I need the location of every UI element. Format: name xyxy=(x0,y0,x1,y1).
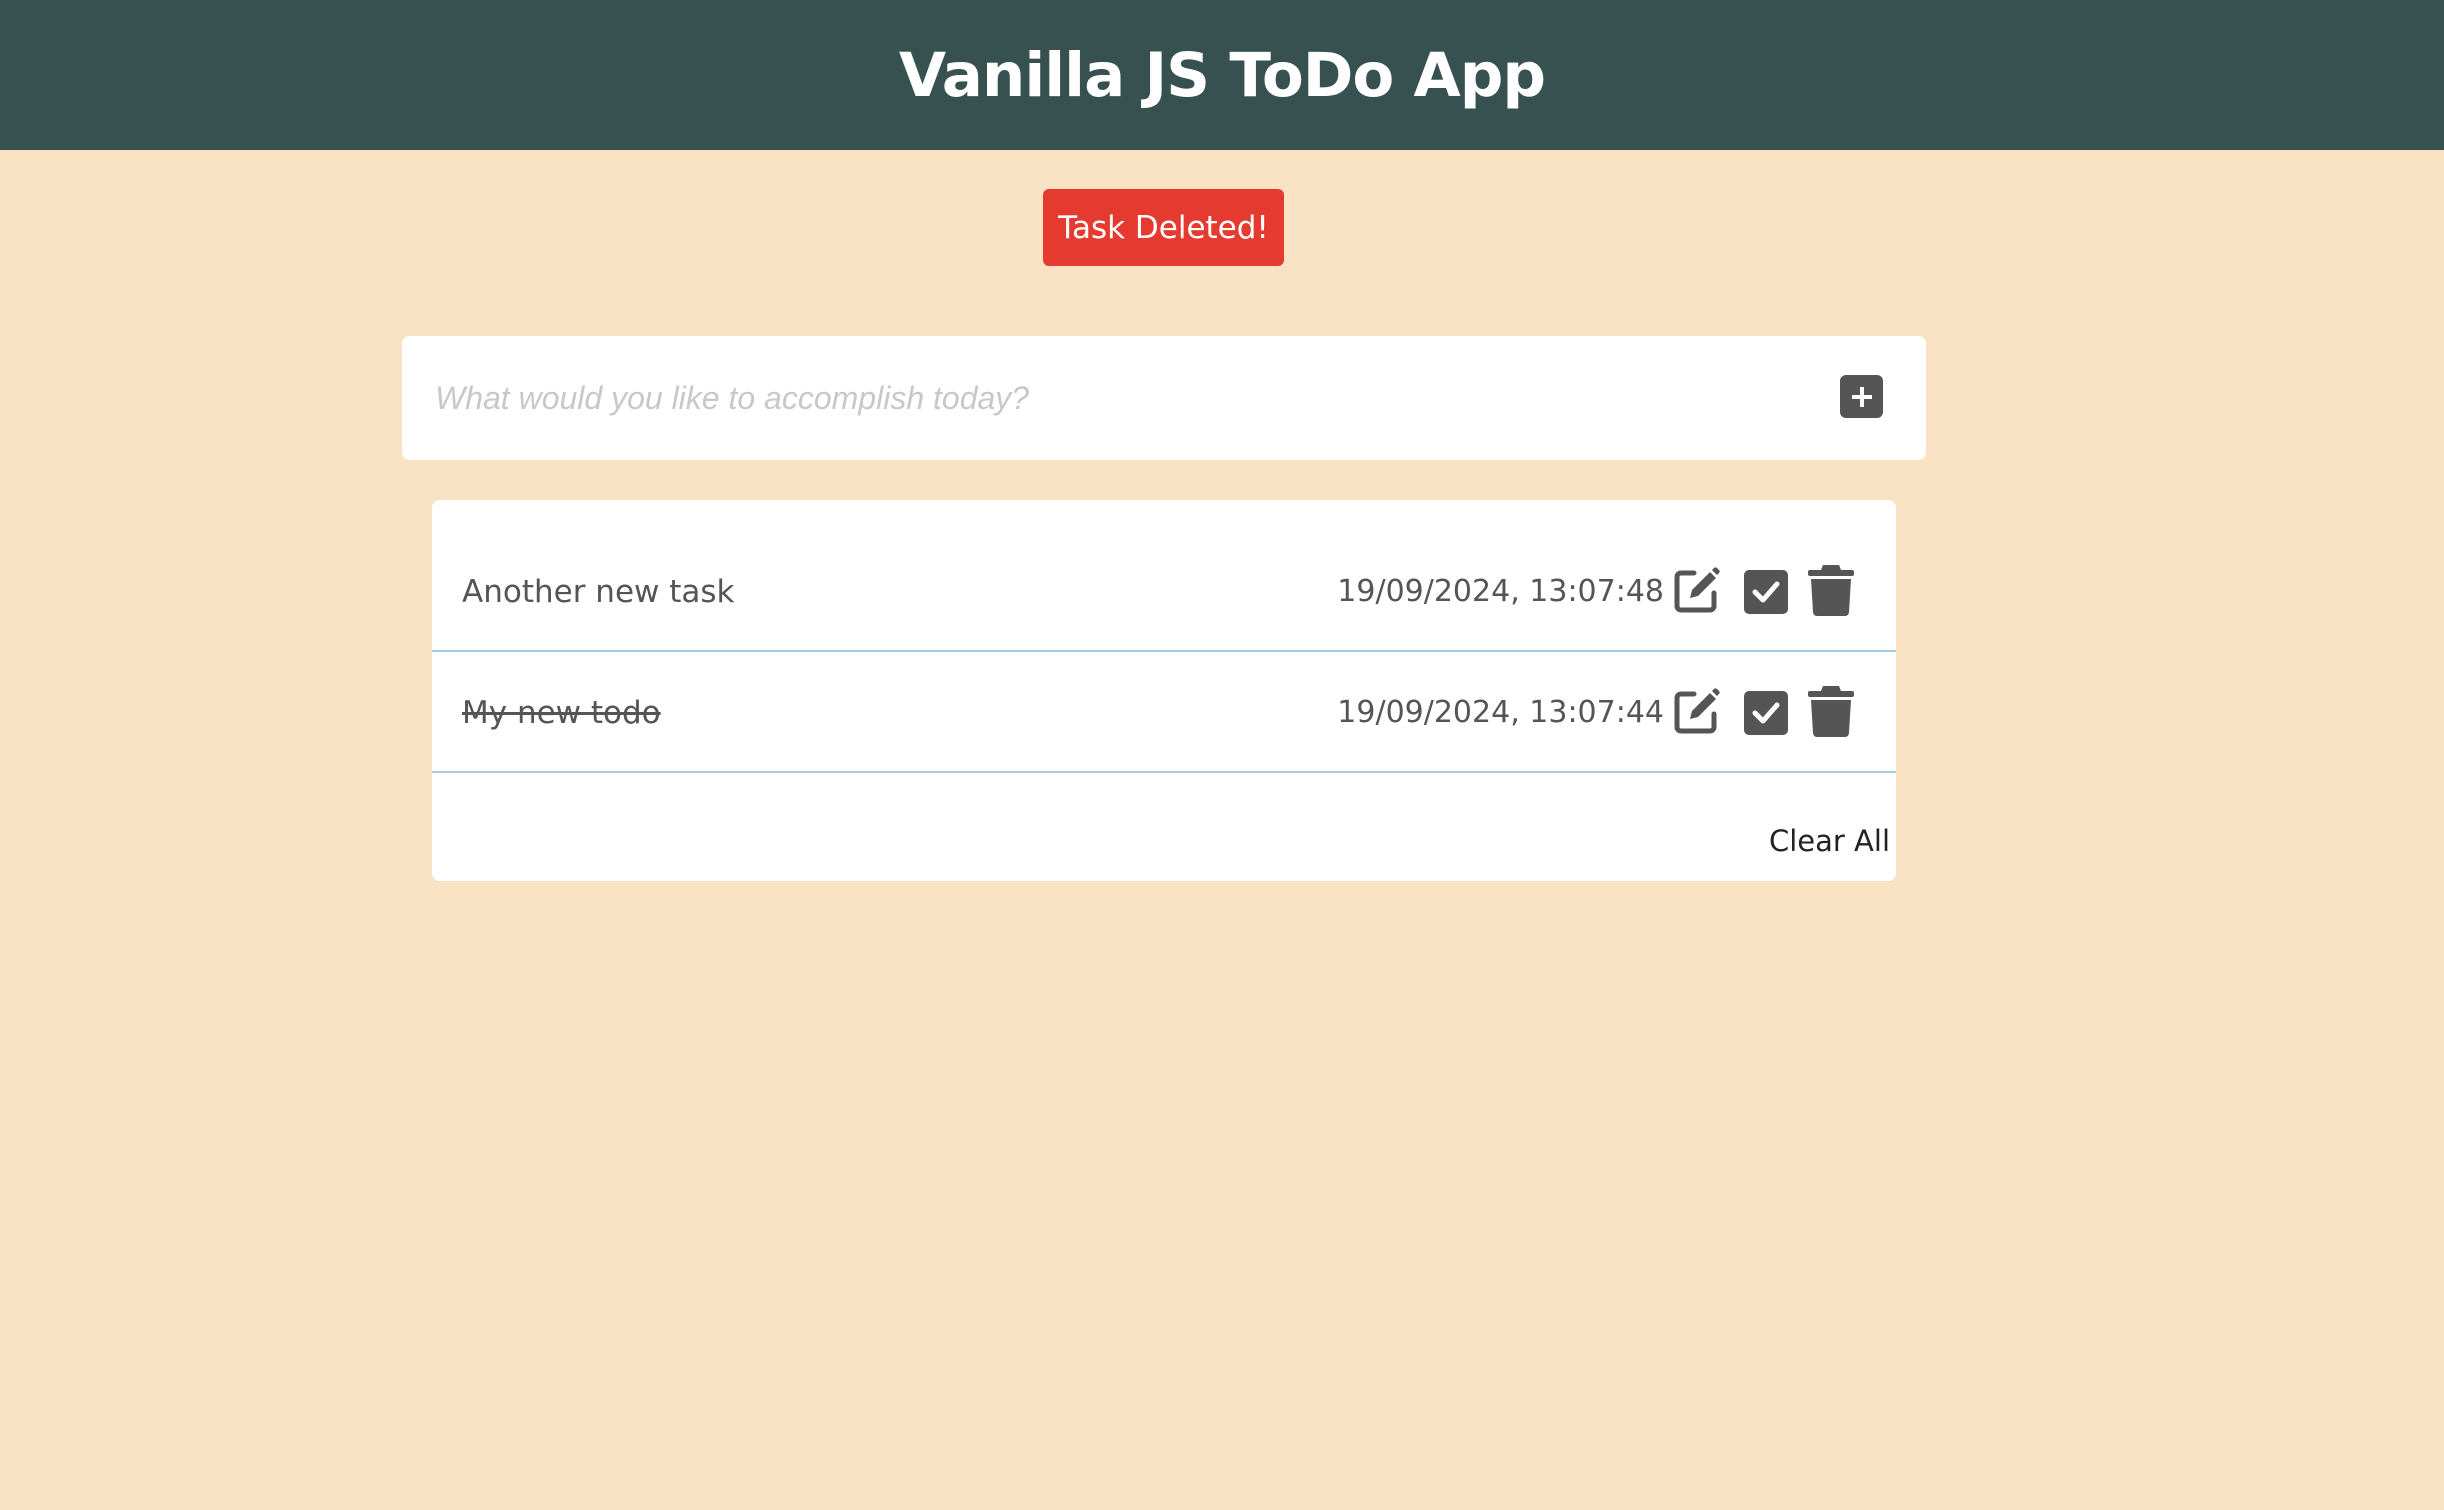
edit-button[interactable] xyxy=(1672,565,1722,615)
app-title: Vanilla JS ToDo App xyxy=(898,39,1546,111)
new-task-bar xyxy=(402,336,1926,460)
trash-icon xyxy=(1808,686,1854,737)
task-label-completed: My new todo xyxy=(462,694,661,731)
complete-button[interactable] xyxy=(1744,570,1788,614)
complete-button[interactable] xyxy=(1744,691,1788,735)
edit-icon xyxy=(1674,567,1720,613)
task-deleted-toast: Task Deleted! xyxy=(1043,189,1284,266)
edit-icon xyxy=(1674,688,1720,734)
new-task-input[interactable] xyxy=(435,366,1765,430)
plus-square-icon xyxy=(1851,386,1872,407)
task-timestamp: 19/09/2024, 13:07:44 xyxy=(1337,695,1664,730)
delete-button[interactable] xyxy=(1808,685,1854,737)
task-row: My new todo 19/09/2024, 13:07:44 xyxy=(432,652,1896,773)
trash-icon xyxy=(1808,565,1854,616)
add-task-button[interactable] xyxy=(1840,375,1883,418)
task-list: Another new task 19/09/2024, 13:07:48 My… xyxy=(432,500,1896,881)
clear-all-button[interactable]: Clear All xyxy=(1769,824,1890,858)
check-square-icon xyxy=(1744,691,1788,735)
task-label: Another new task xyxy=(462,573,735,610)
edit-button[interactable] xyxy=(1672,686,1722,736)
check-square-icon xyxy=(1744,570,1788,614)
task-timestamp: 19/09/2024, 13:07:48 xyxy=(1337,574,1664,609)
delete-button[interactable] xyxy=(1808,564,1854,616)
app-header: Vanilla JS ToDo App xyxy=(0,0,2444,150)
task-row: Another new task 19/09/2024, 13:07:48 xyxy=(432,531,1896,652)
